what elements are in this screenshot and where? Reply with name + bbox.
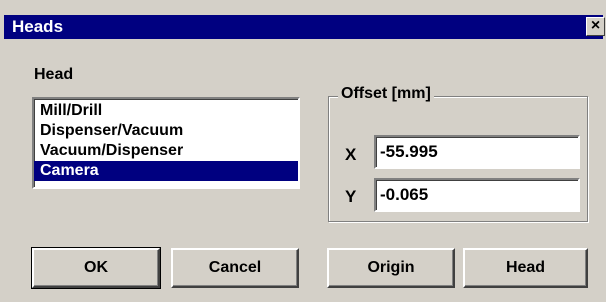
close-button[interactable]: ×: [586, 17, 605, 36]
list-item-selected[interactable]: Camera: [34, 161, 298, 181]
origin-button[interactable]: Origin: [327, 248, 455, 288]
x-label: X: [345, 145, 357, 164]
window-title: Heads: [12, 17, 64, 36]
y-offset-field[interactable]: [374, 178, 580, 212]
ok-button[interactable]: OK: [31, 247, 161, 289]
cancel-button[interactable]: Cancel: [171, 248, 299, 288]
list-item[interactable]: Vacuum/Dispenser: [34, 141, 298, 161]
x-offset-field[interactable]: [374, 135, 580, 169]
head-listbox[interactable]: Mill/Drill Dispenser/Vacuum Vacuum/Dispe…: [32, 97, 300, 189]
list-item[interactable]: Dispenser/Vacuum: [34, 121, 298, 141]
offset-legend: Offset [mm]: [338, 85, 434, 103]
close-icon: ×: [590, 17, 601, 34]
y-label: Y: [345, 187, 357, 206]
title-bar[interactable]: Heads ×: [4, 15, 605, 39]
list-item[interactable]: Mill/Drill: [34, 101, 298, 121]
head-button[interactable]: Head: [463, 248, 588, 288]
head-label: Head: [34, 66, 74, 83]
heads-dialog: Heads × Head Mill/Drill Dispenser/Vacuum…: [0, 0, 606, 302]
